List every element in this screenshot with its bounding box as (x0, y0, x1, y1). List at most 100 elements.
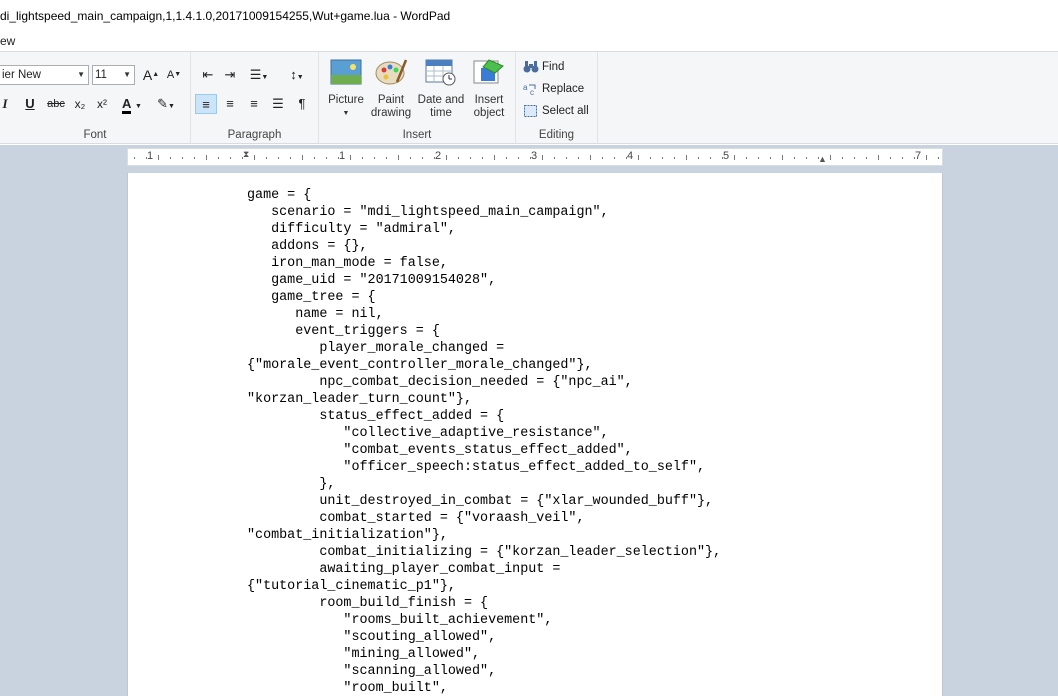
justify-icon: ☰ (272, 96, 284, 111)
ruler-tick (710, 157, 711, 159)
right-indent-marker[interactable]: ▲ (818, 154, 827, 164)
select-all-icon (524, 105, 537, 117)
menu-bar: ew (0, 32, 1058, 51)
ruler-tick (494, 155, 495, 160)
ruler-tick (650, 157, 651, 159)
increase-indent-button[interactable]: ⇥ (219, 65, 241, 85)
ruler-tick (746, 157, 747, 159)
ruler-tick (566, 157, 567, 159)
ruler-tick (578, 157, 579, 159)
chevron-down-icon: ▼ (342, 110, 350, 117)
chevron-down-icon: ▼ (135, 103, 142, 110)
ruler-number: 1 (338, 150, 346, 162)
picture-icon (330, 59, 362, 85)
decrease-indent-button[interactable]: ⇤ (197, 65, 219, 85)
align-right-button[interactable]: ≡ (243, 94, 265, 114)
highlight-color-button[interactable]: ✎▼ (151, 94, 181, 114)
select-all-button[interactable]: Select all (523, 104, 589, 123)
document-page[interactable]: game = { scenario = "mdi_lightspeed_main… (127, 173, 943, 696)
italic-button[interactable]: I (0, 94, 16, 114)
ruler-tick (782, 155, 783, 160)
document-text[interactable]: game = { scenario = "mdi_lightspeed_main… (247, 187, 721, 696)
line-spacing-button[interactable]: ↕▼ (283, 65, 311, 85)
document-line: "room_built", (247, 681, 448, 696)
picture-button[interactable]: Picture ▼ (327, 58, 365, 120)
tab-view[interactable]: ew (0, 34, 15, 48)
ruler[interactable]: 1 1 2 3 4 5 ⧗ ▲ 7 (127, 148, 943, 166)
ruler-tick (446, 155, 447, 160)
calendar-clock-icon (425, 59, 456, 86)
ruler-number: 4 (626, 150, 634, 162)
document-line: iron_man_mode = false, (247, 256, 448, 271)
font-size-value: 11 (95, 69, 107, 81)
paint-drawing-button[interactable]: Paint drawing (369, 58, 413, 120)
date-time-button[interactable]: Date and time (415, 58, 467, 120)
paragraph-group: ⇤ ⇥ ☰▼ ↕▼ ≡ ≡ ≡ ☰ ¶ Paragraph (191, 52, 319, 144)
ruler-tick (326, 157, 327, 159)
font-size-combo[interactable]: 11 ▼ (92, 65, 135, 85)
replace-label: Replace (542, 83, 585, 96)
palette-icon (375, 59, 408, 85)
window-title: di_lightspeed_main_campaign,1,1.4.1.0,20… (0, 9, 451, 23)
document-line: game_uid = "20171009154028", (247, 273, 497, 288)
document-line: room_build_finish = { (247, 596, 489, 611)
text-color-button[interactable]: A ▼ (117, 94, 147, 114)
ruler-tick (842, 157, 843, 159)
bullets-button[interactable]: ☰▼ (245, 65, 273, 85)
align-center-button[interactable]: ≡ (219, 94, 241, 114)
find-label: Find (542, 61, 565, 74)
insert-group: Picture ▼ Paint drawing Date and time In… (319, 52, 516, 144)
document-line: scenario = "mdi_lightspeed_main_campaign… (247, 205, 609, 220)
font-family-value: ier New (2, 69, 41, 81)
ribbon: ier New ▼ 11 ▼ A▲ A▼ I U abc x₂ x² A ▼ ✎… (0, 51, 1058, 144)
ruler-tick (662, 157, 663, 159)
ruler-tick (734, 155, 735, 160)
insert-object-button[interactable]: Insert object (469, 58, 509, 120)
ruler-number: 1 (146, 150, 154, 162)
document-line: "scouting_allowed", (247, 630, 497, 645)
ruler-tick (590, 155, 591, 160)
document-line: awaiting_player_combat_input = (247, 562, 561, 577)
justify-button[interactable]: ☰ (267, 94, 289, 114)
replace-button[interactable]: a c Replace (523, 82, 584, 101)
grow-font-icon: A (142, 67, 153, 83)
ruler-tick (542, 155, 543, 160)
superscript-button[interactable]: x² (91, 94, 113, 114)
grow-font-button[interactable]: A▲ (140, 65, 162, 85)
ruler-tick (278, 157, 279, 159)
document-line: }, (247, 477, 336, 492)
replace-icon: ac (523, 83, 536, 96)
select-all-label: Select all (542, 105, 589, 118)
ruler-tick (818, 157, 819, 159)
ruler-tick (386, 157, 387, 159)
shrink-font-button[interactable]: A▼ (163, 65, 185, 85)
left-indent-marker[interactable]: ⧗ (243, 149, 249, 160)
find-button[interactable]: Find (523, 60, 564, 79)
underline-button[interactable]: U (19, 94, 41, 114)
chevron-down-icon: ▼ (77, 70, 85, 79)
svg-text:a: a (523, 83, 528, 92)
increase-indent-icon: ⇥ (224, 67, 236, 82)
document-line: addons = {}, (247, 239, 368, 254)
strikethrough-button[interactable]: abc (43, 94, 69, 114)
ruler-tick (614, 157, 615, 159)
font-family-combo[interactable]: ier New ▼ (0, 65, 89, 85)
subscript-button[interactable]: x₂ (69, 94, 91, 114)
document-line: game_tree = { (247, 290, 376, 305)
ruler-tick (866, 157, 867, 159)
font-group-label: Font (83, 129, 107, 141)
bullet-list-icon: ☰ (249, 67, 262, 82)
ruler-tick (398, 155, 399, 160)
ruler-tick (470, 157, 471, 159)
ruler-tick (602, 157, 603, 159)
ruler-tick (254, 155, 255, 160)
document-line: player_morale_changed = (247, 341, 505, 356)
document-line: "mining_allowed", (247, 647, 481, 662)
ruler-tick (410, 157, 411, 159)
align-left-button[interactable]: ≡ (195, 94, 217, 114)
ruler-tick (638, 155, 639, 160)
paragraph-settings-button[interactable]: ¶ (291, 94, 313, 114)
ruler-tick (626, 157, 627, 159)
document-line: event_triggers = { (247, 324, 440, 339)
ruler-tick (182, 157, 183, 159)
